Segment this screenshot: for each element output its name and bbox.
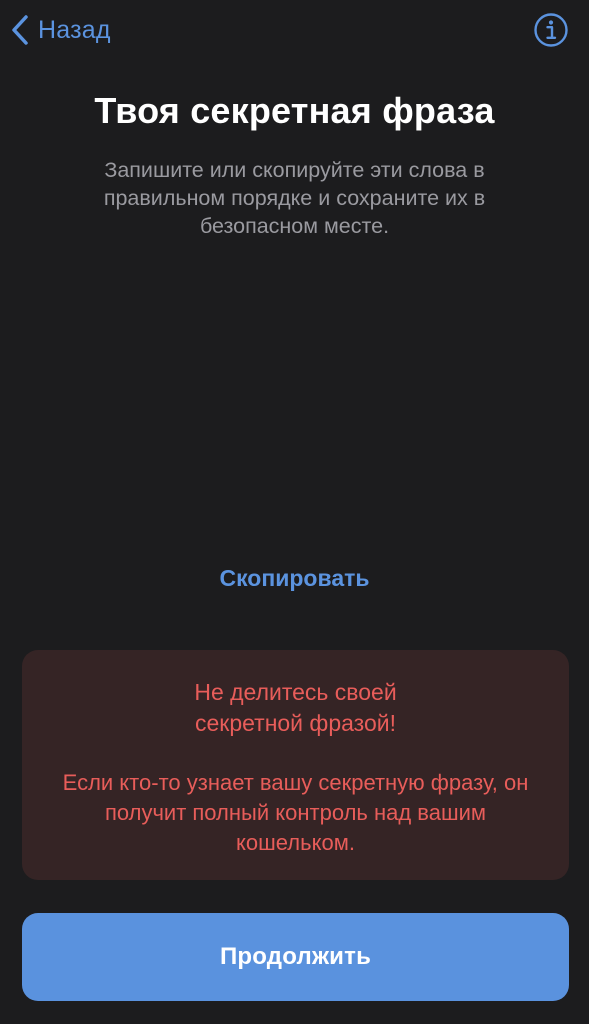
- back-button[interactable]: Назад: [10, 10, 111, 50]
- warning-title-line-2: секретной фразой!: [194, 710, 396, 736]
- page-title: Твоя секретная фраза: [94, 90, 495, 131]
- warning-body: Если кто-то узнает вашу секретную фразу,…: [62, 770, 529, 855]
- back-button-label: Назад: [38, 15, 111, 44]
- navigation-bar: Назад: [0, 0, 589, 60]
- copy-button[interactable]: Скопировать: [0, 565, 589, 592]
- info-circle-icon: [534, 13, 568, 47]
- warning-title-line-1: Не делитесь своей: [194, 679, 397, 705]
- continue-button-label: Продолжить: [219, 943, 372, 970]
- continue-button[interactable]: Продолжить: [22, 913, 569, 1001]
- chevron-left-icon: [12, 15, 28, 45]
- warning-title: Не делитесь своей секретной фразой!: [62, 677, 529, 739]
- info-button[interactable]: [533, 12, 569, 48]
- page-subtitle: Запишите или скопируйте эти слова в прав…: [103, 158, 486, 238]
- warning-card: Не делитесь своей секретной фразой! Если…: [22, 650, 569, 880]
